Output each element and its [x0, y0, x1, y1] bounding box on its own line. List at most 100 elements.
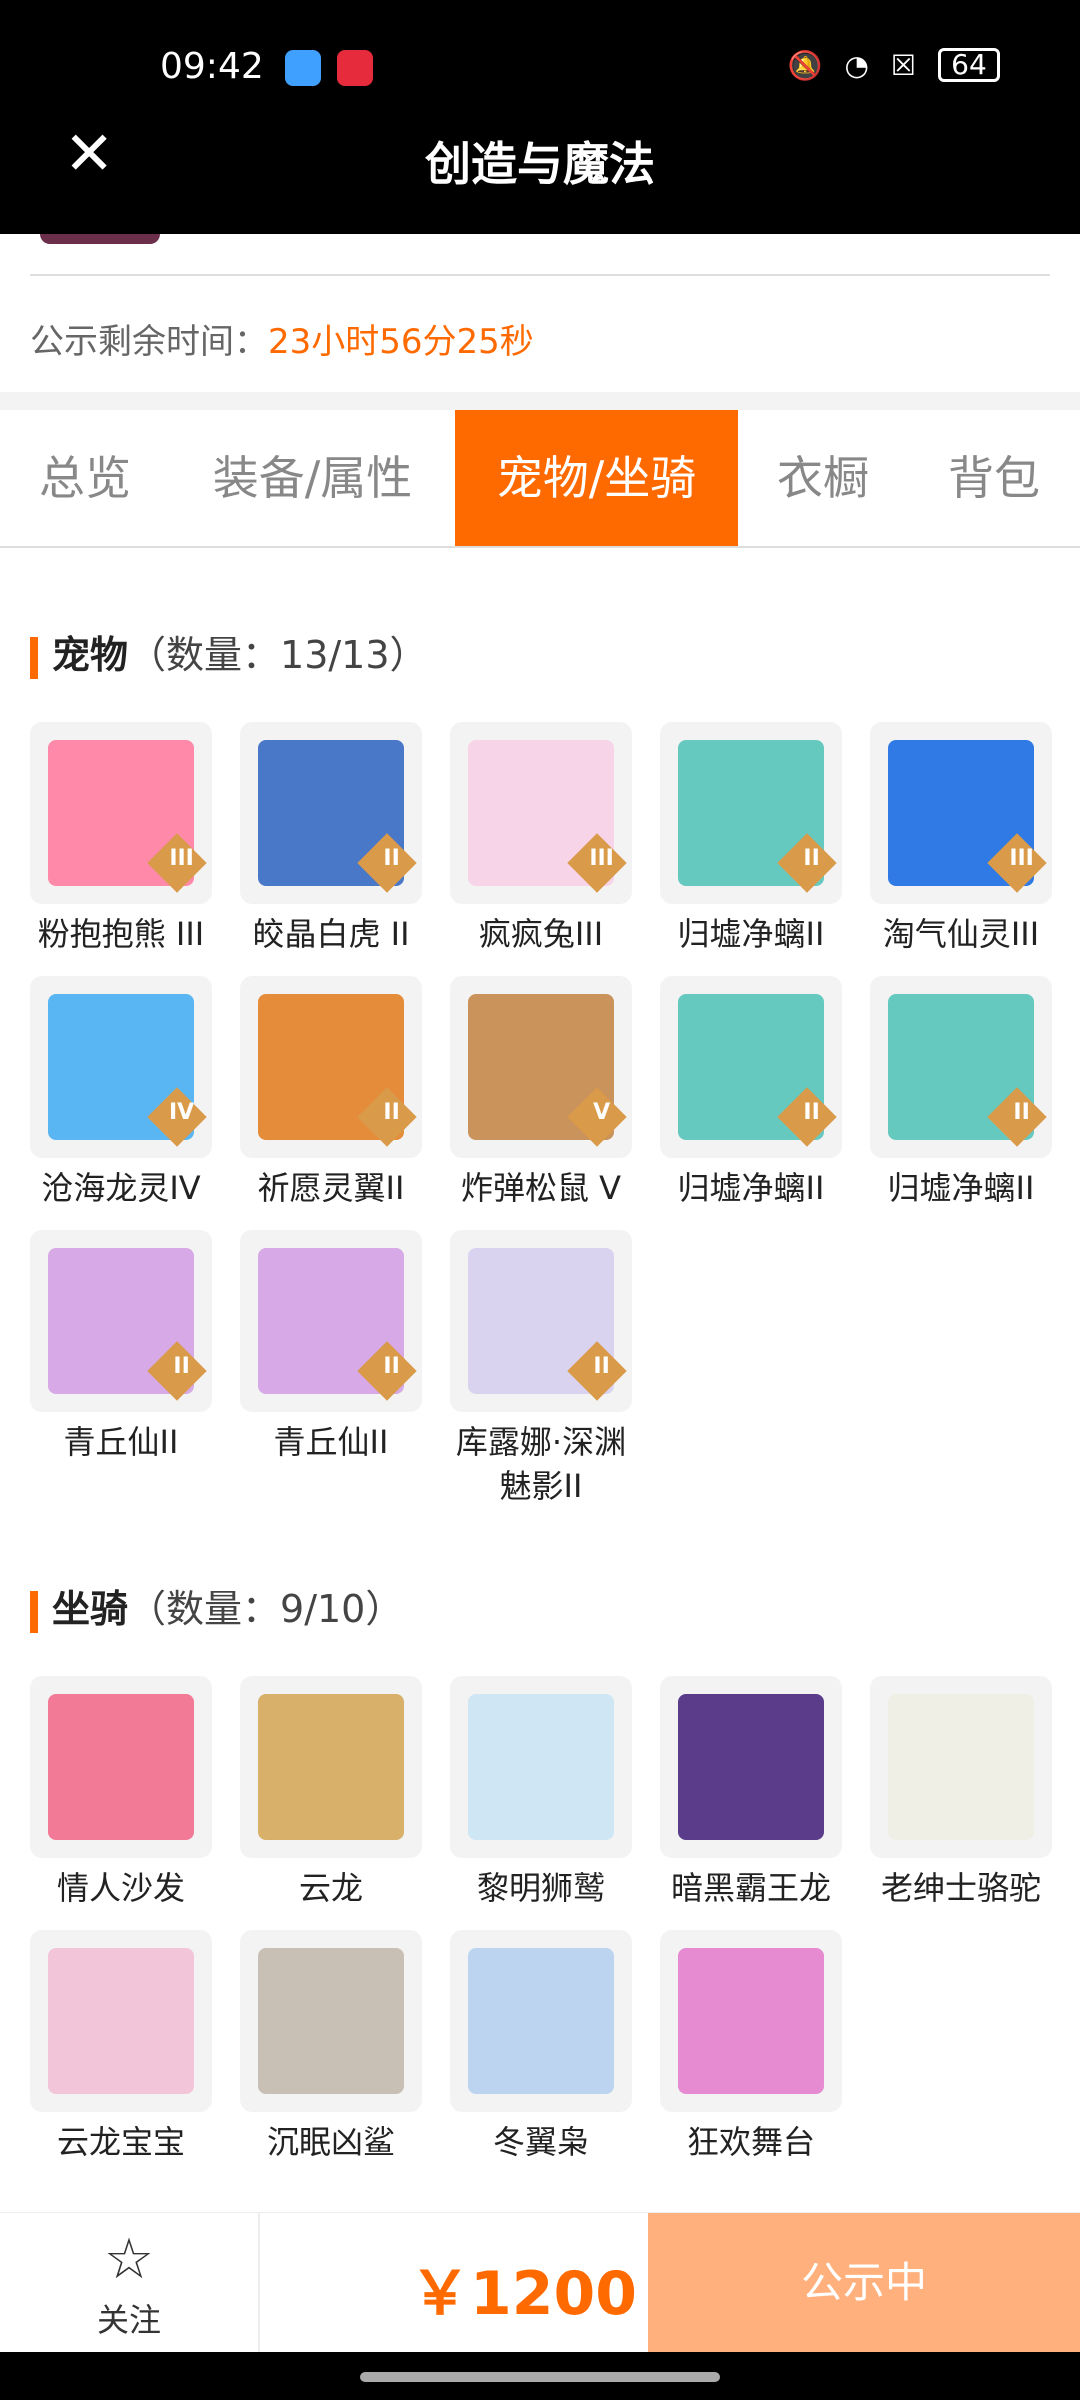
- status-button[interactable]: 公示中: [648, 2213, 1080, 2353]
- pet-item[interactable]: V 炸弹松鼠 V: [450, 976, 632, 1230]
- item-name: 情人沙发: [56, 1869, 185, 1907]
- item-image: [468, 1948, 614, 2094]
- item-thumbnail: II: [240, 976, 422, 1158]
- mute-icon: 🔕: [787, 48, 823, 82]
- tier-label: II: [383, 1353, 400, 1379]
- item-thumbnail: II: [450, 1230, 632, 1412]
- main-content[interactable]: 公示剩余时间：23小时56分25秒 总览 装备/属性 宠物/坐骑 衣橱 背包 宠…: [0, 234, 1080, 2212]
- item-name: 库露娜·深渊魅影II: [455, 1423, 627, 1505]
- tier-label: III: [169, 845, 194, 871]
- tier-label: III: [1009, 845, 1034, 871]
- pet-item[interactable]: III 淘气仙灵III: [870, 722, 1052, 976]
- item-image: [678, 1948, 824, 2094]
- item-thumbnail: [240, 1930, 422, 2112]
- status-icons: 🔕 ◔ ☒ 64: [788, 48, 1000, 82]
- tab-wardrobe[interactable]: 衣橱: [738, 410, 908, 546]
- tier-label: II: [593, 1353, 610, 1379]
- remaining-time-value: 23小时56分25秒: [268, 322, 534, 362]
- mount-item[interactable]: 云龙宝宝: [30, 1930, 212, 2184]
- item-thumbnail: II: [660, 722, 842, 904]
- section-accent-bar: [30, 1590, 38, 1633]
- pet-item[interactable]: II 库露娜·深渊魅影II: [450, 1230, 632, 1505]
- pet-item[interactable]: III 疯疯兔III: [450, 722, 632, 976]
- mounts-title: 坐骑: [52, 1587, 129, 1631]
- item-name: 黎明狮鹫: [476, 1869, 605, 1907]
- pets-grid: III 粉抱抱熊 III II 皎晶白虎 II III 疯疯兔III II 归墟净螭II III…: [30, 722, 1052, 1505]
- mount-item[interactable]: 老绅士骆驼: [870, 1676, 1052, 1930]
- pet-item[interactable]: II 祈愿灵翼II: [240, 976, 422, 1230]
- item-thumbnail: III: [870, 722, 1052, 904]
- home-indicator[interactable]: [360, 2372, 720, 2382]
- navigation-bar: [0, 2352, 1080, 2400]
- bottom-bar: ☆ 关注 ￥1200 公示中: [0, 2212, 1080, 2353]
- item-thumbnail: [660, 1930, 842, 2112]
- tier-label: II: [173, 1353, 190, 1379]
- item-image: [678, 1694, 824, 1840]
- mount-item[interactable]: 云龙: [240, 1676, 422, 1930]
- item-thumbnail: II: [660, 976, 842, 1158]
- title-bar: ✕ 创造与魔法: [0, 100, 1080, 234]
- item-name: 粉抱抱熊 III: [37, 915, 205, 953]
- item-name: 云龙宝宝: [56, 2123, 185, 2161]
- mount-item[interactable]: 冬翼枭: [450, 1930, 632, 2184]
- item-image: [888, 1694, 1034, 1840]
- follow-button[interactable]: ☆ 关注: [0, 2213, 260, 2353]
- item-name: 青丘仙II: [273, 1423, 389, 1461]
- pets-title: 宠物: [52, 633, 129, 677]
- tier-label: V: [593, 1099, 611, 1125]
- item-name: 归墟净螭II: [677, 915, 825, 953]
- star-icon: ☆: [103, 2227, 155, 2292]
- app-notification-icon: [285, 50, 321, 86]
- mounts-section-title: 坐骑（数量：9/10）: [30, 1578, 403, 1633]
- app-notification-icon-2: [337, 50, 373, 86]
- item-thumbnail: [660, 1676, 842, 1858]
- tier-label: III: [589, 845, 614, 871]
- item-name: 皎晶白虎 II: [252, 915, 410, 953]
- item-image: [258, 1694, 404, 1840]
- item-image: [48, 1948, 194, 2094]
- tab-equipment[interactable]: 装备/属性: [170, 410, 455, 546]
- pet-item[interactable]: II 归墟净螭II: [870, 976, 1052, 1230]
- pet-item[interactable]: II 归墟净螭II: [660, 722, 842, 976]
- wifi-icon: ◔: [844, 48, 869, 82]
- tab-backpack[interactable]: 背包: [908, 410, 1080, 546]
- item-name: 冬翼枭: [492, 2123, 589, 2161]
- price: ￥1200: [410, 2259, 637, 2329]
- tab-pets-mounts[interactable]: 宠物/坐骑: [455, 410, 738, 546]
- pet-item[interactable]: II 青丘仙II: [240, 1230, 422, 1484]
- item-name: 老绅士骆驼: [880, 1869, 1041, 1907]
- status-time: 09:42: [160, 46, 264, 87]
- pet-item[interactable]: II 皎晶白虎 II: [240, 722, 422, 976]
- page-title: 创造与魔法: [425, 137, 655, 191]
- item-thumbnail: II: [240, 722, 422, 904]
- mount-item[interactable]: 沉眠凶鲨: [240, 1930, 422, 2184]
- tab-overview[interactable]: 总览: [0, 410, 170, 546]
- item-name: 狂欢舞台: [686, 2123, 815, 2161]
- tier-label: II: [803, 845, 820, 871]
- item-thumbnail: V: [450, 976, 632, 1158]
- pet-item[interactable]: II 青丘仙II: [30, 1230, 212, 1484]
- mount-item[interactable]: 黎明狮鹫: [450, 1676, 632, 1930]
- tier-label: II: [803, 1099, 820, 1125]
- battery-icon: 64: [938, 48, 1000, 82]
- divider: [30, 274, 1050, 276]
- mount-item[interactable]: 暗黑霸王龙: [660, 1676, 842, 1930]
- item-name: 暗黑霸王龙: [670, 1869, 831, 1907]
- item-thumbnail: II: [240, 1230, 422, 1412]
- item-thumbnail: II: [870, 976, 1052, 1158]
- pet-item[interactable]: II 归墟净螭II: [660, 976, 842, 1230]
- item-thumbnail: [450, 1676, 632, 1858]
- pet-item[interactable]: III 粉抱抱熊 III: [30, 722, 212, 976]
- mount-item[interactable]: 狂欢舞台: [660, 1930, 842, 2184]
- item-name: 归墟净螭II: [677, 1169, 825, 1207]
- item-image: [48, 1694, 194, 1840]
- item-name: 沉眠凶鲨: [266, 2123, 395, 2161]
- tier-label: IV: [168, 1099, 195, 1125]
- item-thumbnail: [240, 1676, 422, 1858]
- pets-count: （数量：13/13）: [128, 633, 428, 677]
- item-name: 云龙: [298, 1869, 363, 1907]
- mount-item[interactable]: 情人沙发: [30, 1676, 212, 1930]
- item-name: 归墟净螭II: [887, 1169, 1035, 1207]
- item-name: 疯疯兔III: [478, 915, 604, 953]
- pet-item[interactable]: IV 沧海龙灵IV: [30, 976, 212, 1230]
